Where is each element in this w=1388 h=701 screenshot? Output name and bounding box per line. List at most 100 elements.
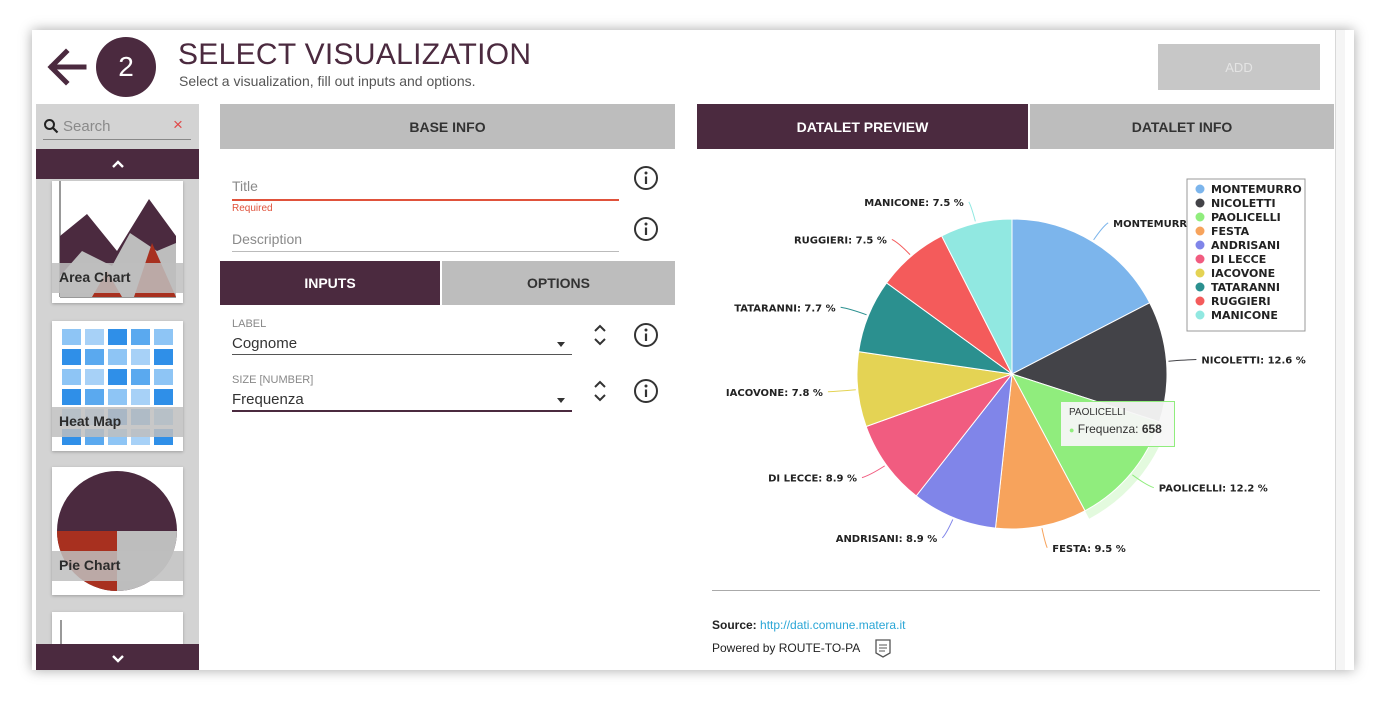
heat-map-cell [85, 369, 104, 385]
source-line: Source: http://dati.comune.matera.it [712, 618, 905, 632]
viz-card-label: Area Chart [52, 263, 183, 293]
size-select[interactable]: Frequenza [232, 391, 304, 408]
legend-marker [1195, 212, 1205, 222]
legend-marker [1195, 310, 1205, 320]
heat-map-cell [131, 329, 150, 345]
info-icon[interactable] [633, 322, 659, 348]
data-label-connector [1041, 528, 1048, 548]
heat-map-cell [131, 369, 150, 385]
reorder-arrows-icon[interactable] [593, 322, 607, 348]
heat-map-cell [154, 389, 173, 405]
scroll-down-button[interactable] [36, 644, 199, 670]
tooltip-row: ● Frequenza: 658 [1069, 422, 1162, 436]
heat-map-cell [131, 349, 150, 365]
label-select-underline [232, 354, 572, 355]
viz-card-label: Heat Map [52, 407, 183, 437]
tooltip-title: PAOLICELLI [1069, 407, 1126, 418]
legend-item[interactable]: IACOVONE [1211, 267, 1275, 280]
viz-card-pie-chart[interactable]: Pie Chart [52, 467, 183, 595]
legend-item[interactable]: NICOLETTI [1211, 197, 1276, 210]
divider [712, 590, 1320, 591]
info-icon[interactable] [633, 216, 659, 242]
description-input[interactable]: Description [232, 231, 302, 247]
legend-item[interactable]: MONTEMURRO [1211, 183, 1302, 196]
heat-map-cell [85, 349, 104, 365]
label-select[interactable]: Cognome [232, 335, 297, 352]
data-label: IACOVONE: 7.8 % [726, 388, 823, 399]
legend-item[interactable]: TATARANNI [1211, 281, 1280, 294]
clear-search-icon[interactable]: × [173, 115, 183, 135]
data-label-connector [827, 389, 856, 393]
dropdown-arrow-icon[interactable] [557, 342, 565, 347]
legend-marker [1195, 226, 1205, 236]
heat-map-cell [131, 389, 150, 405]
data-label-connector [1168, 359, 1197, 362]
legend-marker [1195, 282, 1205, 292]
title-input[interactable]: Title [232, 178, 258, 194]
legend-marker [1195, 268, 1205, 278]
data-label-connector [840, 306, 867, 316]
search-box: × [43, 112, 191, 140]
preview-panel: DATALET PREVIEW DATALET INFO MONTEMURRO N… [697, 104, 1334, 670]
tab-datalet-info[interactable]: DATALET INFO [1030, 104, 1334, 149]
info-icon[interactable] [633, 378, 659, 404]
data-label-connector [968, 201, 976, 222]
search-icon [44, 119, 59, 134]
tooltip-dot-icon: ● [1069, 425, 1075, 435]
configuration-panel: BASE INFO Title Required Description INP… [220, 104, 675, 670]
heat-map-cell [108, 389, 127, 405]
page-subtitle: Select a visualization, fill out inputs … [179, 73, 476, 89]
title-underline [232, 199, 619, 201]
data-label: MANICONE: 7.5 % [864, 198, 964, 209]
data-label: TATARANNI: 7.7 % [734, 303, 835, 314]
window-scrollbar[interactable] [1335, 30, 1345, 670]
viz-card-area-chart[interactable]: Area Chart [52, 181, 183, 303]
app-window: 2 SELECT VISUALIZATION Select a visualiz… [32, 30, 1354, 670]
viz-card-next[interactable] [52, 612, 183, 644]
search-input[interactable] [63, 116, 163, 136]
heat-map-cell [85, 389, 104, 405]
legend-item[interactable]: RUGGIERI [1211, 295, 1271, 308]
source-label: Source: [712, 618, 757, 632]
description-underline [232, 251, 619, 252]
chevron-down-icon [111, 655, 124, 663]
label-field-label: LABEL [232, 318, 267, 330]
heat-map-cell [154, 369, 173, 385]
heat-map-cell [154, 349, 173, 365]
dropdown-arrow-icon[interactable] [557, 398, 565, 403]
page-title: SELECT VISUALIZATION [178, 38, 532, 71]
heat-map-cell [62, 369, 81, 385]
data-label: DI LECCE: 8.9 % [768, 474, 857, 485]
tab-options[interactable]: OPTIONS [442, 261, 675, 305]
step-number-badge: 2 [96, 37, 156, 97]
tab-datalet-preview[interactable]: DATALET PREVIEW [697, 104, 1028, 149]
legend-marker [1195, 198, 1205, 208]
back-arrow-icon[interactable] [44, 44, 90, 90]
heat-map-cell [108, 329, 127, 345]
visualization-sidebar: × Area Chart Heat Map [36, 104, 199, 670]
tab-inputs[interactable]: INPUTS [220, 261, 440, 305]
legend-item[interactable]: DI LECCE [1211, 253, 1266, 266]
add-button[interactable]: ADD [1158, 44, 1320, 90]
info-icon[interactable] [633, 165, 659, 191]
legend-item[interactable]: FESTA [1211, 225, 1250, 238]
heat-map-cell [85, 329, 104, 345]
source-link[interactable]: http://dati.comune.matera.it [760, 618, 905, 632]
data-label-connector [891, 238, 911, 255]
scroll-up-button[interactable] [36, 149, 199, 179]
legend-item[interactable]: PAOLICELLI [1211, 211, 1281, 224]
data-label: FESTA: 9.5 % [1052, 544, 1126, 555]
route-to-pa-logo-icon [875, 639, 891, 658]
legend-item[interactable]: MANICONE [1211, 309, 1278, 322]
data-label: ANDRISANI: 8.9 % [836, 534, 938, 545]
legend-marker [1195, 296, 1205, 306]
legend-marker [1195, 184, 1205, 194]
heat-map-cell [62, 389, 81, 405]
reorder-arrows-icon[interactable] [593, 378, 607, 404]
data-label-connector [861, 465, 885, 479]
viz-card-heat-map[interactable]: Heat Map [52, 321, 183, 451]
legend-item[interactable]: ANDRISANI [1211, 239, 1280, 252]
heat-map-cell [154, 329, 173, 345]
data-label-connector [1093, 222, 1109, 241]
chart-tooltip: PAOLICELLI ● Frequenza: 658 [1060, 401, 1175, 447]
